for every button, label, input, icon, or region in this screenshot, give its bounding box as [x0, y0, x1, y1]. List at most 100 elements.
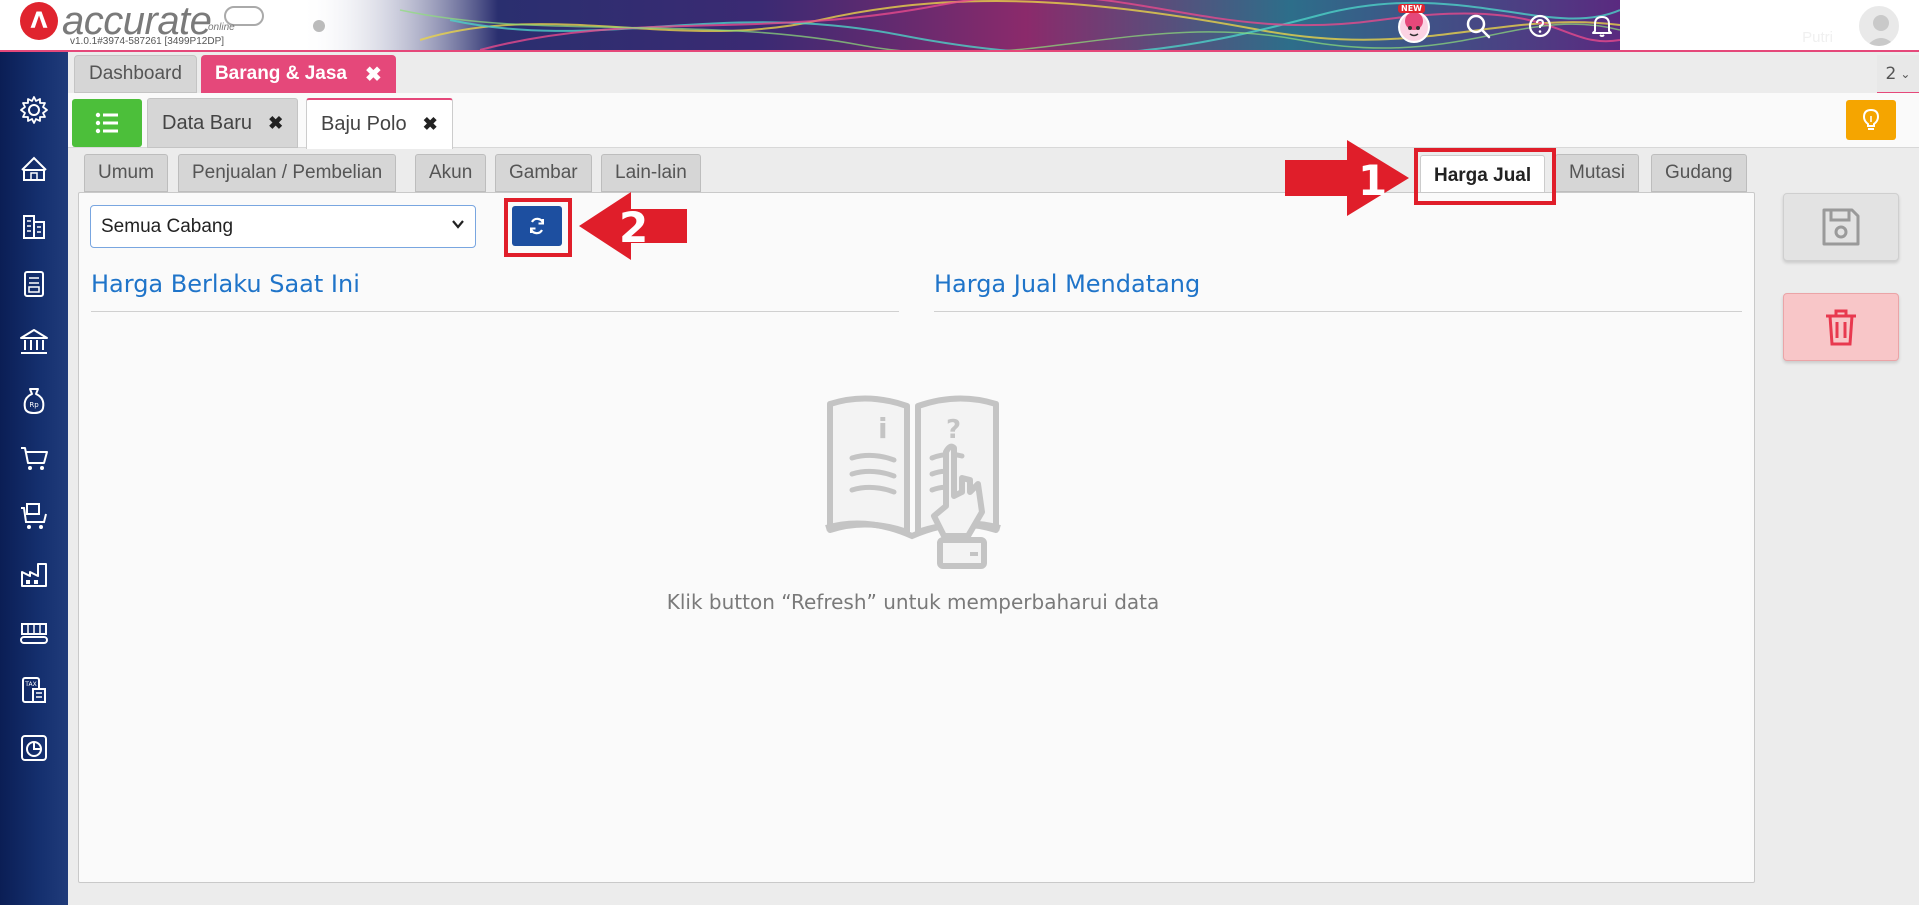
- tab-umum[interactable]: Umum: [84, 154, 168, 192]
- empty-state-info-mark: i: [878, 412, 888, 445]
- search-icon: [1466, 14, 1491, 39]
- chevron-down-icon: [451, 217, 465, 234]
- tab-penjualan-pembelian[interactable]: Penjualan / Pembelian: [178, 154, 397, 192]
- tab-dashboard[interactable]: Dashboard: [74, 55, 197, 93]
- list-icon: [95, 112, 118, 134]
- tab-barang-jasa[interactable]: Barang & Jasa ✖: [200, 55, 396, 93]
- chevron-down-icon: ⌄: [1900, 66, 1911, 81]
- upcoming-price-heading: Harga Jual Mendatang: [934, 270, 1201, 298]
- save-button[interactable]: [1783, 193, 1899, 261]
- office-icon: [21, 156, 47, 181]
- help-button[interactable]: [1522, 8, 1558, 44]
- factory-icon: [21, 563, 47, 587]
- tab-mutasi[interactable]: Mutasi: [1555, 154, 1639, 192]
- close-icon[interactable]: ✖: [423, 114, 438, 135]
- sidebar-item-reports[interactable]: [14, 728, 54, 768]
- tab-label: Dashboard: [89, 63, 182, 84]
- annotation-step-1: 1: [1358, 156, 1387, 205]
- sidebar-item-production[interactable]: [14, 612, 54, 652]
- pie-chart-icon: [21, 735, 47, 761]
- app-version: v1.0.1#3974-587261 [3499P12DP]: [70, 36, 225, 47]
- delete-button[interactable]: [1783, 293, 1899, 361]
- tax-icon: TAX: [22, 677, 46, 703]
- brand-online-label: online: [208, 22, 235, 33]
- tab-label: Mutasi: [1569, 162, 1625, 183]
- accurate-logo-icon: Λ: [20, 2, 58, 40]
- branch-select[interactable]: Semua Cabang: [90, 205, 476, 248]
- close-icon[interactable]: ✖: [365, 62, 382, 87]
- user-avatar[interactable]: [1857, 4, 1901, 48]
- tab-data-baru[interactable]: Data Baru ✖: [147, 98, 299, 148]
- building-icon: [23, 215, 45, 239]
- brand-logo[interactable]: Λ accurate: [20, 0, 212, 43]
- svg-text:TAX: TAX: [24, 681, 36, 688]
- status-dot: [313, 20, 325, 32]
- new-badge: NEW: [1398, 4, 1425, 13]
- money-bag-icon: Rp: [23, 388, 45, 414]
- branch-select-value: Semua Cabang: [101, 215, 234, 237]
- current-price-heading: Harga Berlaku Saat Ini: [91, 270, 360, 298]
- sidebar-item-inventory[interactable]: [14, 554, 54, 594]
- empty-state-book-icon: i ?: [825, 395, 1001, 569]
- tab-lain-lain[interactable]: Lain-lain: [601, 154, 701, 192]
- tab-label: Data Baru: [162, 111, 253, 134]
- help-icon: [1528, 14, 1552, 38]
- tab-label: Penjualan / Pembelian: [192, 162, 383, 183]
- annotation-arrow-2: 2: [579, 192, 687, 260]
- search-button[interactable]: [1460, 8, 1496, 44]
- lightbulb-icon: [1862, 108, 1880, 130]
- sidebar-item-tax[interactable]: TAX: [14, 670, 54, 710]
- book-icon: [24, 271, 44, 297]
- trash-icon: [1826, 309, 1856, 346]
- user-avatar-icon: [1866, 15, 1896, 46]
- refresh-highlight-box: [504, 198, 572, 257]
- sidebar-item-sales[interactable]: [14, 438, 54, 478]
- module-tab-bar: Dashboard Barang & Jasa ✖: [74, 55, 400, 93]
- brand-name: accurate: [62, 0, 212, 43]
- purchase-cart-icon: [21, 503, 47, 529]
- sidebar-item-bank[interactable]: [14, 322, 54, 362]
- sidebar-item-purchase[interactable]: [14, 496, 54, 536]
- sidebar-item-buildings[interactable]: [14, 206, 54, 246]
- sidebar: Rp TAX: [0, 52, 68, 905]
- tab-gudang[interactable]: Gudang: [1651, 154, 1747, 192]
- bell-icon: [1592, 16, 1612, 37]
- tab-label: Barang & Jasa: [214, 63, 347, 84]
- bank-icon: [20, 329, 48, 354]
- sidebar-item-receivable[interactable]: Rp: [14, 380, 54, 420]
- tab-label: Lain-lain: [615, 162, 687, 183]
- user-info[interactable]: Fifi Fashion Putri: [1719, 4, 1833, 46]
- assistant-avatar-icon: [1398, 11, 1430, 43]
- user-name: Putri: [1802, 29, 1833, 46]
- company-name: Fifi Fashion: [1719, 4, 1833, 29]
- empty-state-message: Klik button “Refresh” untuk memperbaharu…: [666, 590, 1160, 614]
- close-icon[interactable]: ✖: [268, 113, 283, 134]
- tab-label: Gudang: [1665, 162, 1733, 183]
- annotation-step-2: 2: [619, 203, 648, 252]
- conveyor-icon: [20, 623, 48, 644]
- floppy-disk-icon: [1822, 208, 1860, 246]
- svg-text:Rp: Rp: [29, 401, 39, 409]
- tab-label: Gambar: [509, 162, 578, 183]
- tips-button[interactable]: [1846, 100, 1896, 140]
- chevron-down-icon[interactable]: ⌄: [1905, 16, 1917, 32]
- harga-jual-highlight-box: [1414, 148, 1556, 205]
- top-header: Λ accurate online v1.0.1#3974-587261 [34…: [0, 0, 1919, 52]
- divider: [934, 311, 1742, 312]
- tab-label: Akun: [429, 162, 473, 183]
- assistant-avatar-button[interactable]: NEW: [1396, 4, 1432, 44]
- divider: [91, 311, 899, 312]
- cart-icon: [21, 447, 48, 470]
- tab-baju-polo[interactable]: Baju Polo ✖: [306, 98, 453, 149]
- tab-label: Baju Polo: [321, 113, 407, 135]
- list-view-button[interactable]: [72, 99, 142, 147]
- notification-button[interactable]: [1584, 8, 1620, 44]
- sidebar-item-ledger[interactable]: [14, 264, 54, 304]
- open-tabs-counter[interactable]: 2 ⌄: [1877, 55, 1919, 93]
- gear-icon: [20, 96, 48, 124]
- tab-akun[interactable]: Akun: [415, 154, 487, 192]
- sidebar-item-settings[interactable]: [14, 90, 54, 130]
- tab-gambar[interactable]: Gambar: [495, 154, 592, 192]
- tab-count: 2: [1885, 63, 1897, 84]
- sidebar-item-company[interactable]: [14, 148, 54, 188]
